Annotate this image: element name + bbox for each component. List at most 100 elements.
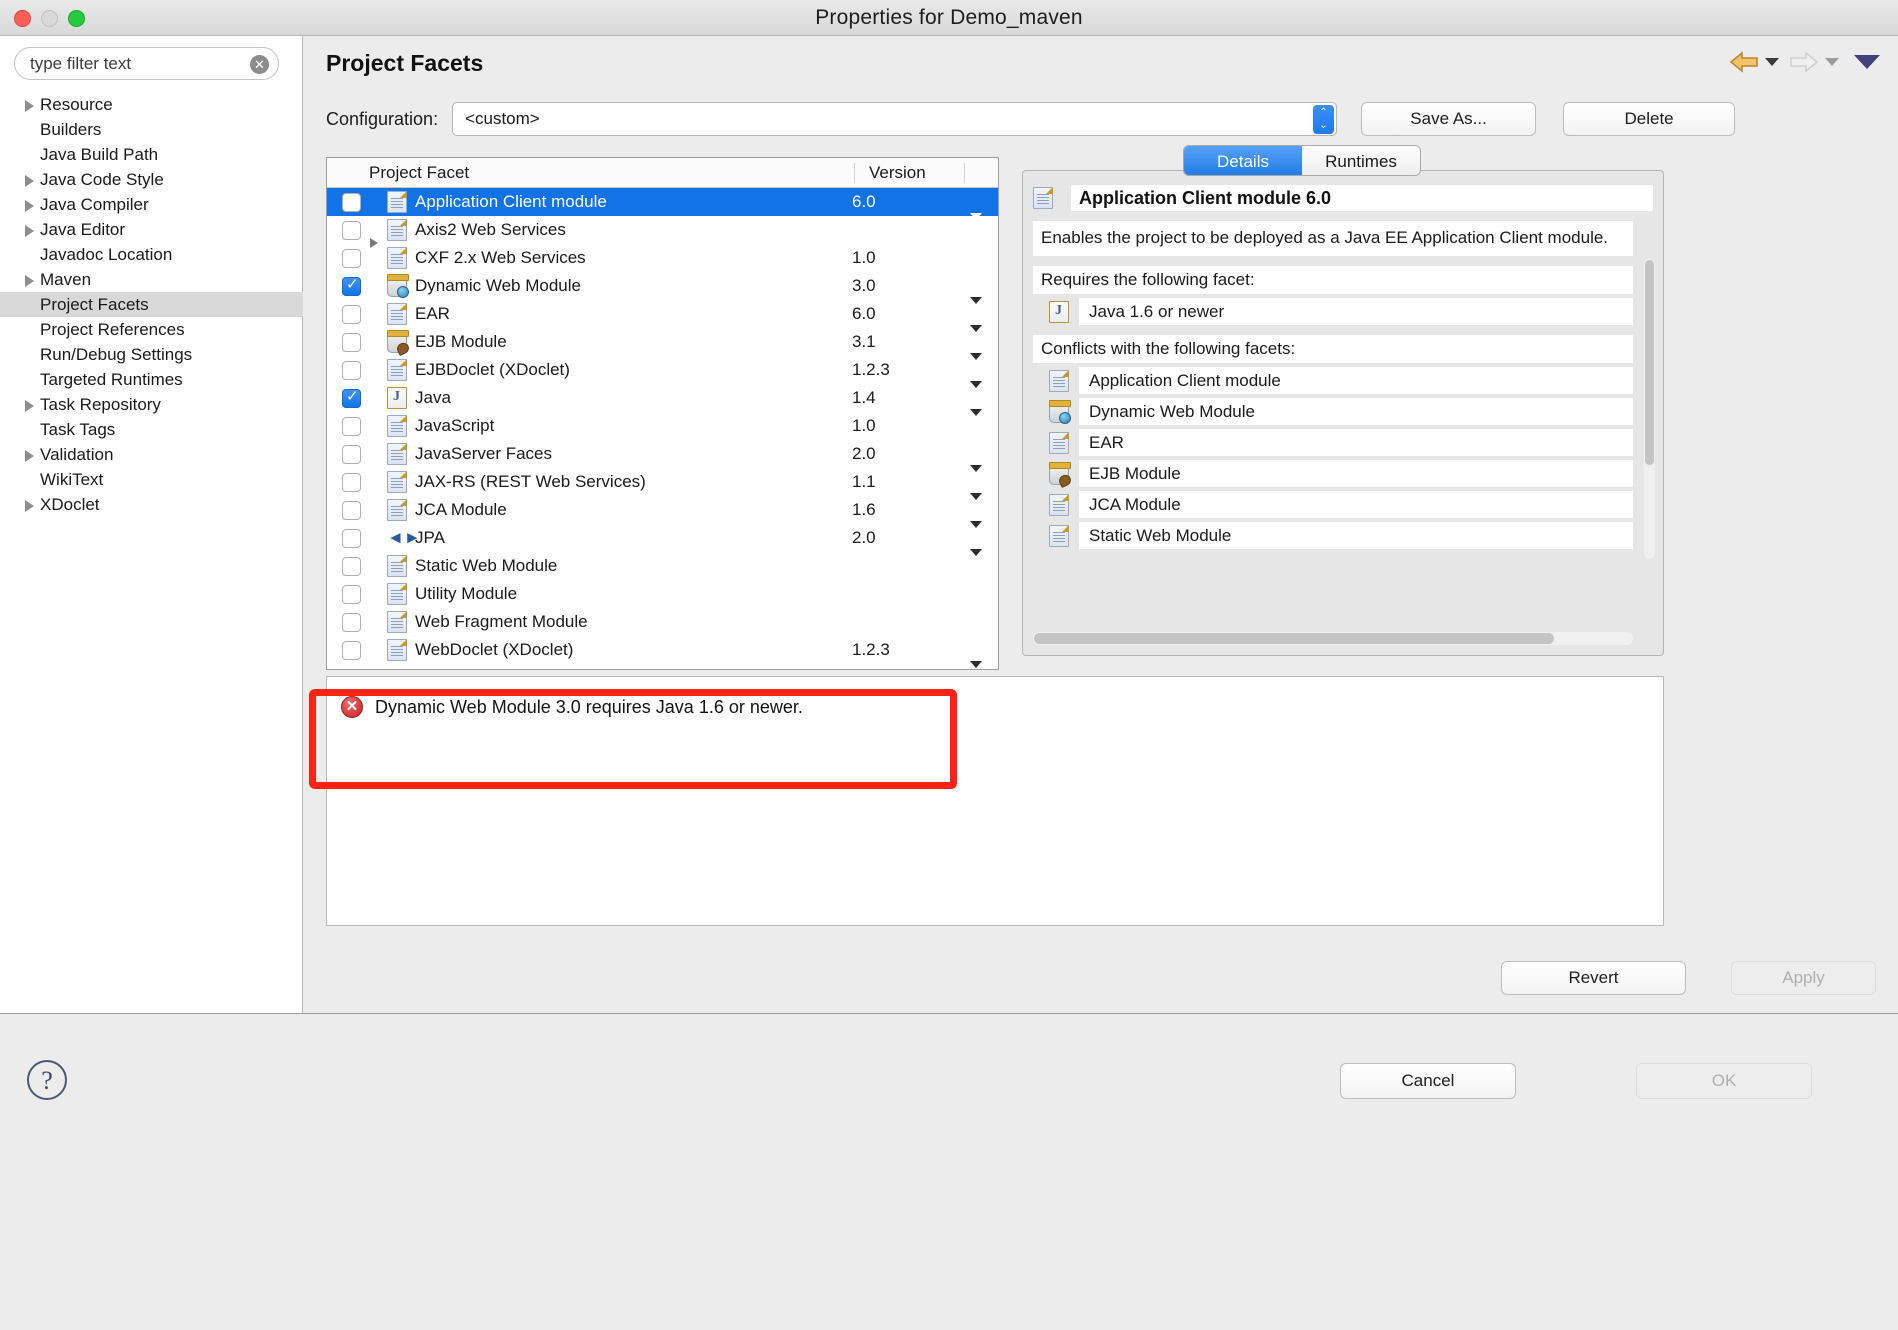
table-row[interactable]: EAR 6.0 — [327, 300, 998, 332]
web-module-icon — [387, 274, 409, 298]
filter-input[interactable] — [30, 53, 230, 74]
back-arrow-icon[interactable] — [1728, 50, 1760, 74]
table-row[interactable]: JAX-RS (REST Web Services) 1.1 — [327, 468, 998, 500]
facet-checkbox[interactable] — [342, 387, 361, 408]
details-panel: Details Runtimes Application Client modul… — [1022, 145, 1664, 656]
table-row[interactable]: EJB Module 3.1 — [327, 328, 998, 360]
table-row[interactable]: Web Fragment Module — [327, 608, 998, 636]
sidebar-item-label: Maven — [40, 269, 92, 289]
minimize-button[interactable] — [41, 10, 58, 27]
sidebar-item-xdoclet[interactable]: XDoclet — [0, 492, 303, 517]
facet-checkbox[interactable] — [342, 220, 361, 240]
tab-details[interactable]: Details — [1184, 146, 1302, 175]
expand-triangle-icon[interactable] — [22, 397, 38, 413]
sidebar-item-validation[interactable]: Validation — [0, 442, 303, 467]
sidebar-item-task-repository[interactable]: Task Repository — [0, 392, 303, 417]
details-horizontal-scrollbar[interactable] — [1033, 632, 1633, 645]
document-icon — [387, 303, 407, 325]
facet-name: Java — [415, 388, 451, 407]
table-row[interactable]: JavaServer Faces 2.0 — [327, 440, 998, 472]
table-row[interactable]: Java 1.4 — [327, 384, 998, 416]
stepper-icon[interactable]: ⌃ ⌄ — [1313, 105, 1335, 134]
sidebar-item-maven[interactable]: Maven — [0, 267, 303, 292]
facet-checkbox[interactable] — [342, 416, 361, 436]
conflicting-facet-item: Application Client module — [1033, 367, 1633, 394]
facet-checkbox[interactable] — [342, 248, 361, 268]
save-as-button[interactable]: Save As... — [1361, 102, 1537, 136]
clear-icon[interactable]: ✕ — [250, 55, 269, 74]
forward-chevron-down-icon — [1825, 58, 1839, 66]
sidebar-item-run-debug-settings[interactable]: Run/Debug Settings — [0, 342, 303, 367]
facet-checkbox[interactable] — [342, 332, 361, 352]
expand-triangle-icon[interactable] — [22, 447, 38, 463]
message-box: ✕ Dynamic Web Module 3.0 requires Java 1… — [326, 676, 1664, 926]
revert-button[interactable]: Revert — [1501, 961, 1686, 995]
expand-triangle-icon[interactable] — [22, 272, 38, 288]
ejb-module-icon — [1049, 461, 1073, 488]
sidebar-item-javadoc-location[interactable]: Javadoc Location — [0, 242, 303, 267]
facet-checkbox[interactable] — [342, 612, 361, 632]
sidebar-item-java-code-style[interactable]: Java Code Style — [0, 167, 303, 192]
sidebar-item-task-tags[interactable]: Task Tags — [0, 417, 303, 442]
sidebar-item-java-compiler[interactable]: Java Compiler — [0, 192, 303, 217]
expand-triangle-icon[interactable] — [22, 197, 38, 213]
table-row[interactable]: WebDoclet (XDoclet) 1.2.3 — [327, 636, 998, 668]
sidebar-item-builders[interactable]: Builders — [0, 117, 303, 142]
filter-box[interactable]: ✕ — [14, 47, 279, 80]
facet-checkbox[interactable] — [342, 640, 361, 660]
table-row[interactable]: ◄► JPA 2.0 — [327, 524, 998, 556]
table-row[interactable]: JCA Module 1.6 — [327, 496, 998, 528]
expand-triangle-icon[interactable] — [22, 222, 38, 238]
facet-checkbox[interactable] — [342, 584, 361, 604]
facet-checkbox[interactable] — [342, 275, 361, 296]
sidebar-item-java-build-path[interactable]: Java Build Path — [0, 142, 303, 167]
close-button[interactable] — [14, 10, 31, 27]
expand-triangle-icon[interactable] — [22, 97, 38, 113]
zoom-button[interactable] — [68, 10, 85, 27]
help-icon[interactable]: ? — [27, 1060, 67, 1100]
table-row[interactable]: Utility Module — [327, 580, 998, 608]
facet-checkbox[interactable] — [342, 500, 361, 520]
sidebar-item-label: WikiText — [40, 469, 104, 489]
view-menu-chevron-down-icon[interactable] — [1854, 55, 1880, 69]
facet-version: 1.2.3 — [852, 640, 890, 659]
cancel-button[interactable]: Cancel — [1340, 1063, 1516, 1099]
facet-checkbox[interactable] — [342, 472, 361, 492]
sidebar-item-java-editor[interactable]: Java Editor — [0, 217, 303, 242]
settings-tree: Resource Builders Java Build Path Java Code… — [0, 92, 303, 517]
table-row[interactable]: Dynamic Web Module 3.0 — [327, 272, 998, 304]
facet-version: 3.0 — [852, 276, 876, 295]
expand-triangle-icon[interactable] — [22, 497, 38, 513]
table-row[interactable]: JavaScript 1.0 — [327, 412, 998, 440]
details-tabs: Details Runtimes — [1183, 145, 1421, 176]
facet-name: Static Web Module — [415, 556, 558, 575]
sidebar-item-project-references[interactable]: Project References — [0, 317, 303, 342]
sidebar-item-project-facets[interactable]: Project Facets — [0, 292, 303, 317]
facet-checkbox[interactable] — [342, 304, 361, 324]
facet-checkbox[interactable] — [342, 444, 361, 464]
facet-label: Static Web Module — [1079, 522, 1633, 549]
sidebar-item-resource[interactable]: Resource — [0, 92, 303, 117]
configuration-select[interactable]: <custom> ⌃ ⌄ — [452, 102, 1338, 136]
sidebar-item-wikitext[interactable]: WikiText — [0, 467, 303, 492]
table-row[interactable]: Static Web Module — [327, 552, 998, 580]
facet-label: EAR — [1079, 429, 1633, 456]
table-row[interactable]: CXF 2.x Web Services 1.0 — [327, 244, 998, 272]
tab-runtimes[interactable]: Runtimes — [1302, 146, 1420, 175]
back-chevron-down-icon[interactable] — [1765, 58, 1779, 66]
delete-button[interactable]: Delete — [1563, 102, 1736, 136]
details-vertical-scrollbar[interactable] — [1644, 259, 1655, 559]
table-row[interactable]: Axis2 Web Services — [327, 216, 998, 248]
facet-checkbox[interactable] — [342, 556, 361, 576]
table-row[interactable]: Application Client module 6.0 — [327, 188, 998, 220]
facet-checkbox[interactable] — [342, 528, 361, 548]
facet-version: 2.0 — [852, 528, 876, 547]
facet-checkbox[interactable] — [342, 360, 361, 380]
facet-checkbox[interactable] — [342, 192, 361, 212]
table-row[interactable]: EJBDoclet (XDoclet) 1.2.3 — [327, 356, 998, 388]
sidebar-item-targeted-runtimes[interactable]: Targeted Runtimes — [0, 367, 303, 392]
window-title: Properties for Demo_maven — [815, 5, 1083, 29]
expand-triangle-icon[interactable] — [22, 172, 38, 188]
